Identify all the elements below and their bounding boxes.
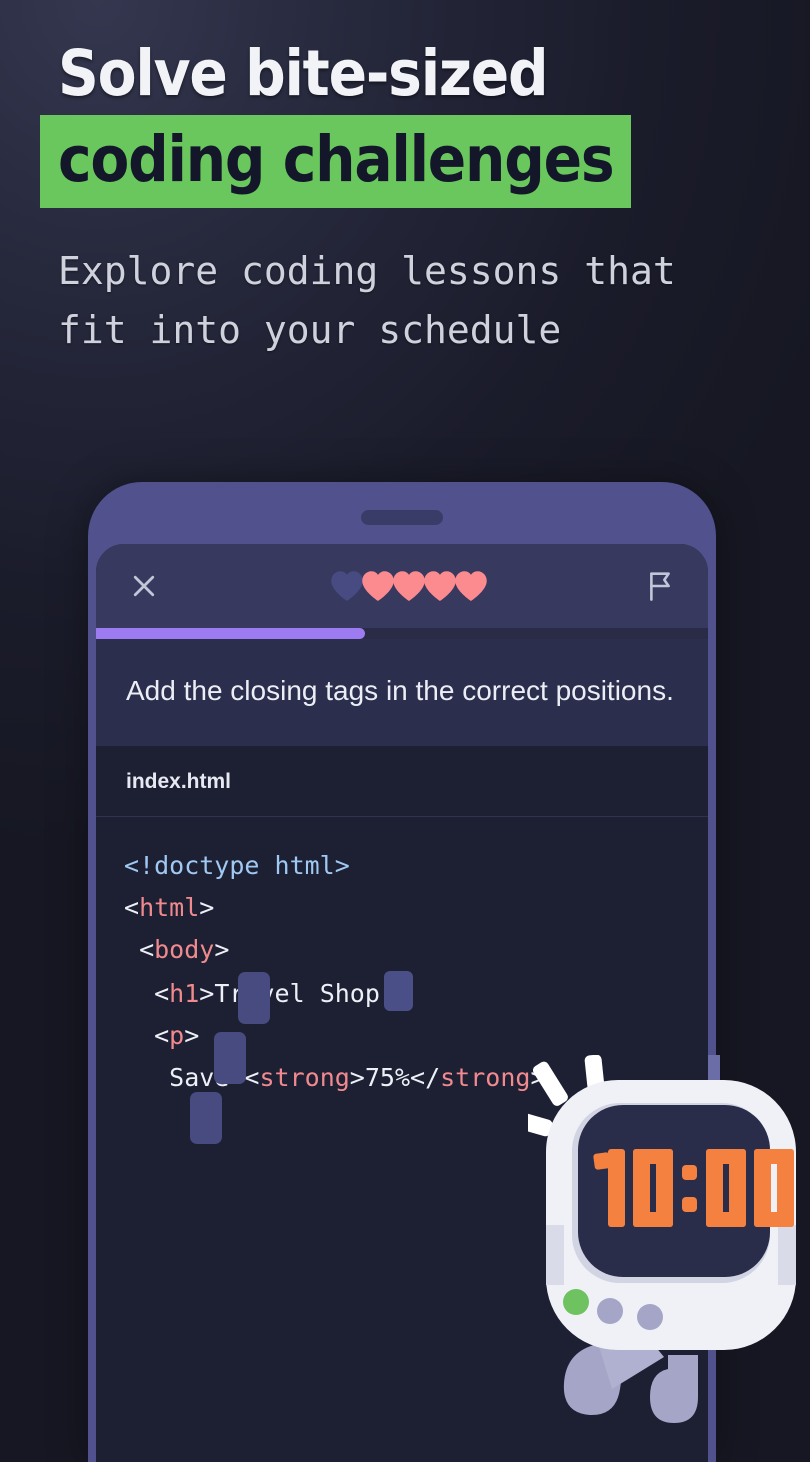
code-token-punct: > (199, 978, 215, 1008)
instruction-text: Add the closing tags in the correct posi… (126, 675, 674, 706)
code-line: <body> (124, 929, 680, 971)
code-line: <p> (124, 1015, 680, 1057)
subtitle-line-2: fit into your schedule (58, 307, 562, 352)
button-dot-1 (597, 1298, 623, 1324)
code-token-punct: < (154, 1020, 170, 1050)
report-flag-button[interactable] (638, 564, 682, 608)
alarm-clock-illustration (509, 1025, 796, 1423)
code-token-punct: < (154, 978, 170, 1008)
drop-slot-inline[interactable] (383, 970, 413, 1011)
code-token-doctype: <!doctype html> (124, 850, 350, 880)
code-token-punct: > (199, 892, 215, 922)
headline-line-1: Solve bite-sized (58, 37, 549, 110)
heart-icon-filled (454, 571, 487, 601)
flag-icon (650, 572, 670, 601)
code-token-tag: strong (259, 1062, 350, 1092)
code-line: <html> (124, 887, 680, 929)
code-token-tag: h1 (169, 978, 200, 1008)
headline-line-2-wrapper: coding challenges (0, 115, 810, 208)
code-token-tag: strong (440, 1062, 531, 1092)
drop-slot-2[interactable] (214, 1031, 246, 1084)
file-tab-bar: index.html (96, 745, 708, 817)
close-x-icon (133, 575, 155, 597)
code-token-punct: > (184, 1020, 200, 1050)
file-tab-index-html[interactable]: index.html (126, 770, 231, 793)
code-token-punct: > (214, 934, 230, 964)
button-dot-2 (637, 1304, 663, 1330)
code-line: <h1>Travel Shop (124, 970, 680, 1015)
code-token-tag: p (169, 1020, 185, 1050)
lesson-progress-bar (96, 628, 708, 639)
power-led-icon (563, 1289, 589, 1315)
drop-slot-1[interactable] (238, 971, 270, 1024)
drop-slot-3[interactable] (190, 1091, 222, 1144)
close-button[interactable] (122, 564, 166, 608)
code-token-punct: < (124, 892, 140, 922)
subtitle-block: Explore coding lessons that fit into you… (58, 242, 778, 360)
alarm-clock-mascot (509, 1025, 810, 1440)
code-token-punct: </ (410, 1062, 441, 1092)
subtitle-line-1: Explore coding lessons that (58, 249, 676, 293)
app-top-bar (96, 544, 708, 628)
code-token-tag: body (154, 934, 215, 964)
code-token-punct: < (244, 1062, 260, 1092)
headline-block: Solve bite-sized coding challenges (0, 42, 810, 208)
code-token-punct: > (349, 1062, 365, 1092)
code-token-punct: < (139, 934, 155, 964)
code-token-tag: html (139, 892, 200, 922)
lives-hearts-row (174, 569, 638, 603)
lesson-progress-fill (96, 628, 366, 639)
phone-speaker-notch (361, 510, 443, 525)
code-line: <!doctype html> (124, 845, 680, 887)
code-token-text: 75% (364, 1062, 411, 1092)
headline-line-2-highlighted: coding challenges (40, 115, 632, 208)
instruction-panel: Add the closing tags in the correct posi… (96, 639, 708, 746)
